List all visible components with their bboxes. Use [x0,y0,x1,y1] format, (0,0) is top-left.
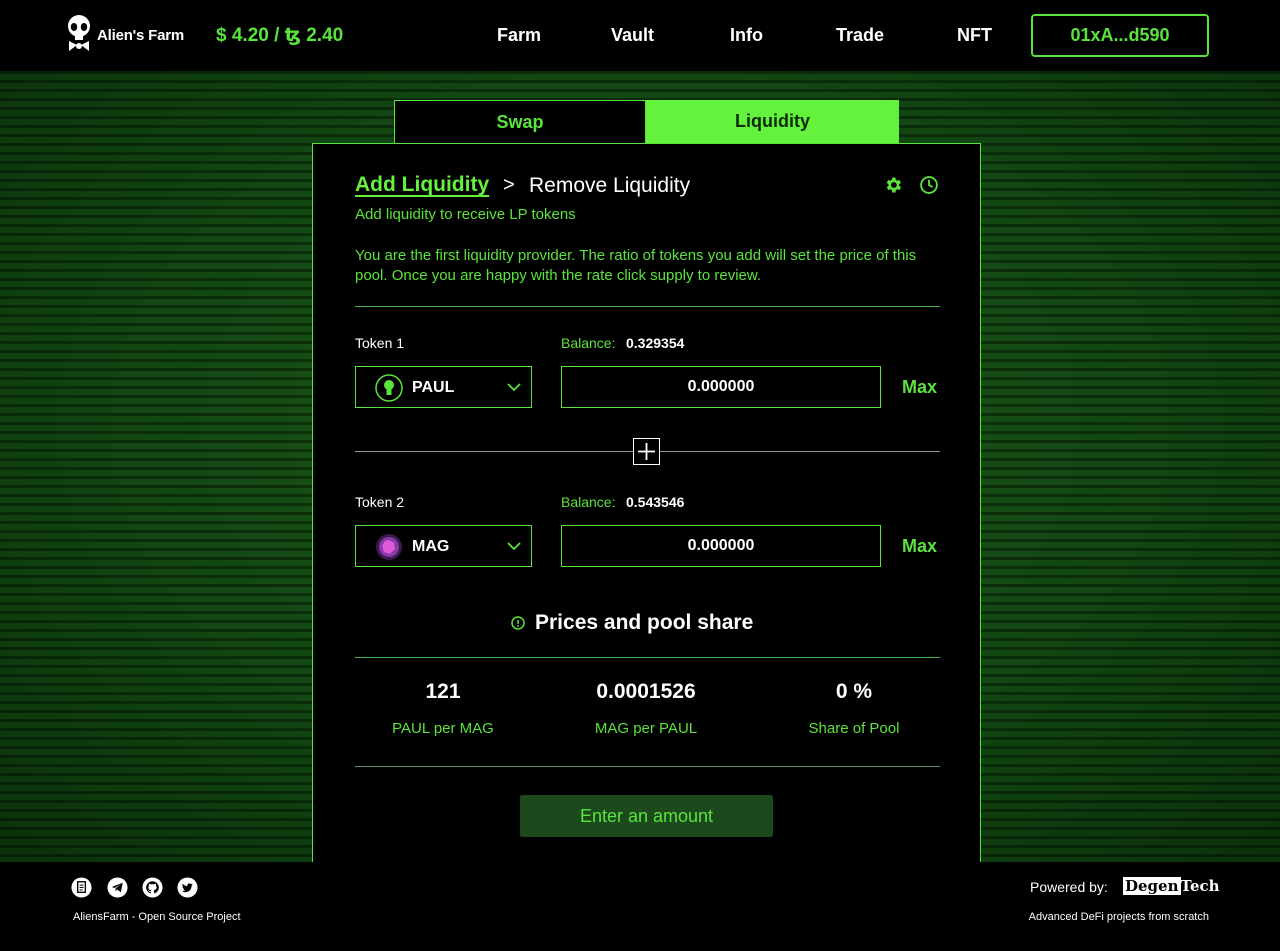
stat-mag-per-paul-label: MAG per PAUL [594,720,698,737]
liquidity-card: Add Liquidity > Remove Liquidity Add liq… [312,143,981,862]
token1-balance-value: 0.329354 [626,335,685,351]
footer-tagline: Advanced DeFi projects from scratch [1028,911,1209,923]
token1-max-button[interactable]: Max [902,377,937,398]
degentech-logo-part-a: Degen [1123,877,1181,895]
divider [355,766,940,767]
plus-button[interactable] [633,438,660,465]
telegram-icon[interactable] [107,877,128,898]
github-icon[interactable] [142,877,163,898]
stat-mag-per-paul-value: 0.0001526 [596,680,696,703]
breadcrumb-separator: > [503,174,515,196]
logo-text: Alien's Farm [97,27,185,44]
stat-share-of-pool-label: Share of Pool [808,720,900,737]
degentech-logo[interactable]: Degen Tech [1123,877,1220,897]
clock-history-icon[interactable] [919,175,939,195]
token1-select[interactable]: PAUL [355,366,532,408]
token1-amount-input[interactable] [561,366,881,408]
info-circle-icon [511,616,525,630]
card-subtitle: Add liquidity to receive LP tokens [355,206,576,223]
tab-liquidity[interactable]: Liquidity [646,100,899,143]
enter-amount-button[interactable]: Enter an amount [520,795,773,837]
chevron-down-icon [507,383,521,392]
breadcrumb-add-liquidity[interactable]: Add Liquidity [355,173,489,197]
footer-project-text: AliensFarm - Open Source Project [73,911,241,923]
nav-vault[interactable]: Vault [611,25,654,46]
stat-paul-per-mag-label: PAUL per MAG [392,720,494,737]
stat-paul-per-mag-value: 121 [425,680,461,703]
nav-nft[interactable]: NFT [957,25,992,46]
token1-label: Token 1 [355,335,405,351]
stat-share-of-pool-value: 0 % [835,680,873,703]
token1-balance-label: Balance: [561,335,616,351]
gear-icon[interactable] [883,175,903,195]
token2-amount-input[interactable] [561,525,881,567]
token2-label: Token 2 [355,494,405,510]
nav-trade[interactable]: Trade [836,25,884,46]
mag-token-icon [376,534,402,560]
plus-icon [638,443,655,460]
token2-select[interactable]: MAG [355,525,532,567]
token2-symbol: MAG [412,538,450,555]
first-provider-info: You are the first liquidity provider. Th… [355,247,917,284]
nav-farm[interactable]: Farm [497,25,541,46]
skull-logo-icon [68,15,90,51]
token2-balance-value: 0.543546 [626,494,685,510]
token2-balance-label: Balance: [561,494,616,510]
twitter-icon[interactable] [177,877,198,898]
header: Alien's Farm $ 4.20 / ꜩ 2.40 Farm Vault … [0,0,1280,71]
prices-pool-share-title: Prices and pool share [535,611,754,634]
tab-swap[interactable]: Swap [394,100,646,143]
logo[interactable]: Alien's Farm [66,15,196,55]
breadcrumb-remove-liquidity[interactable]: Remove Liquidity [529,174,690,198]
powered-by-label: Powered by: [1030,879,1108,895]
footer: AliensFarm - Open Source Project Powered… [0,862,1280,951]
document-icon[interactable] [71,877,92,898]
degentech-logo-part-b: Tech [1180,877,1220,895]
token-price: $ 4.20 / ꜩ 2.40 [216,25,344,46]
token1-symbol: PAUL [412,379,455,396]
wallet-button[interactable]: 01xA...d590 [1031,14,1209,57]
divider [355,306,940,307]
chevron-down-icon [507,542,521,551]
divider [355,657,940,658]
paul-token-icon [375,374,403,402]
token2-max-button[interactable]: Max [902,536,937,557]
nav-info[interactable]: Info [730,25,763,46]
